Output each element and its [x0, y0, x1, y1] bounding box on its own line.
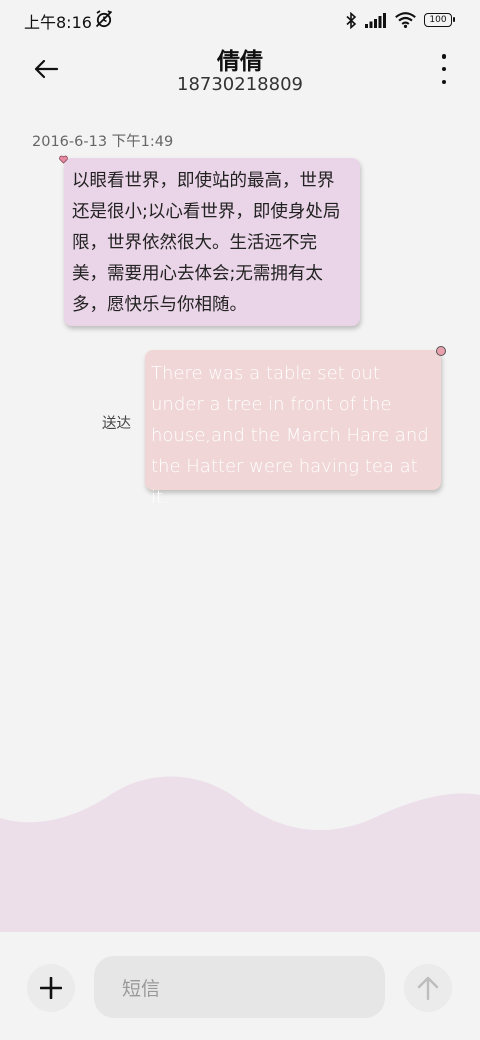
message-input-placeholder: 短信 — [122, 977, 161, 1000]
bluetooth-icon — [346, 11, 357, 29]
contact-name: 倩倩 — [217, 49, 263, 75]
contact-number: 18730218809 — [177, 74, 303, 95]
composer-bar: 短信 — [0, 932, 480, 1040]
outgoing-message-text: There was a table set out under a tree i… — [151, 363, 429, 508]
status-icons: 100 — [345, 10, 455, 30]
more-vertical-icon — [441, 54, 447, 59]
signal-icon — [365, 12, 386, 28]
more-options-button[interactable] — [438, 54, 450, 84]
add-attachment-button[interactable] — [27, 964, 75, 1012]
wave-decoration — [0, 776, 480, 940]
send-arrow-icon — [417, 976, 439, 1001]
message-timestamp: 2016-6-13 下午1:49 — [32, 134, 174, 150]
incoming-message-text: 以眼看世界，即使站的最高，世界还是很小;以心看世界，即使身处局限，世界依然很大。… — [72, 171, 341, 315]
status-time: 上午8:16 — [24, 13, 92, 32]
alarm-off-icon — [95, 10, 113, 28]
battery-icon: 100 — [424, 13, 455, 27]
heart-pin-icon — [59, 155, 68, 164]
message-input[interactable]: 短信 — [94, 956, 385, 1018]
plus-icon — [40, 977, 62, 999]
battery-level: 100 — [429, 14, 447, 25]
incoming-message-bubble[interactable]: 以眼看世界，即使站的最高，世界还是很小;以心看世界，即使身处局限，世界依然很大。… — [59, 155, 360, 326]
send-button[interactable] — [404, 964, 452, 1012]
wifi-icon — [395, 12, 416, 28]
conversation-header: 倩倩 18730218809 — [0, 40, 480, 110]
outgoing-message-bubble[interactable]: There was a table set out under a tree i… — [145, 346, 446, 508]
pin-dot-icon — [436, 346, 446, 356]
delivered-status: 送达 — [102, 416, 131, 432]
status-bar: 上午8:16 100 — [0, 0, 480, 40]
